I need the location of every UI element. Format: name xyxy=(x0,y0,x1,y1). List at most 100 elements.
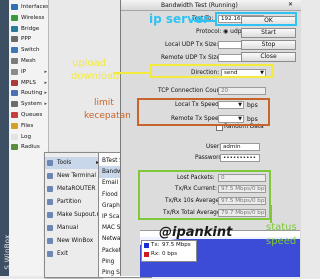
tcp-conn-label: TCP Connection Count: xyxy=(158,88,225,94)
stop-button[interactable]: Stop xyxy=(241,40,296,50)
new-winbox-icon xyxy=(47,238,53,244)
chevron-right-icon: ▸ xyxy=(44,68,47,75)
sidebar-item-interfaces[interactable]: Interfaces xyxy=(9,2,48,12)
window-close-icon[interactable]: ✕ xyxy=(288,1,293,8)
menu-item-label: MetaROUTER xyxy=(57,186,96,192)
sidebar-item-mesh[interactable]: Mesh xyxy=(9,56,48,66)
menu-item-label: Tools xyxy=(57,160,72,166)
tx-legend-swatch xyxy=(144,243,149,248)
kecepatan-annotation: kecepatan xyxy=(84,111,131,121)
ppp-icon xyxy=(11,36,18,43)
chevron-right-icon: ▸ xyxy=(44,90,47,97)
start-button[interactable]: Start xyxy=(241,28,296,38)
menu-item-make-supout-rif[interactable]: Make Supout.rif xyxy=(45,209,103,221)
sidebar-item-switch[interactable]: Switch xyxy=(9,45,48,55)
sidebar-item-ppp[interactable]: PPP xyxy=(9,34,48,44)
winbox-brand-bar: S WinBox xyxy=(0,0,12,276)
sidebar-item-label: Mesh xyxy=(21,58,36,64)
sidebar-item-label: Bridge xyxy=(21,25,40,32)
sidebar-item-label: MPLS xyxy=(21,79,36,86)
tools-icon xyxy=(47,160,53,166)
window-title: Bandwidth Test (Running) xyxy=(161,2,238,9)
sidebar-item-radius[interactable]: Radius xyxy=(9,142,48,152)
menu-item-new-terminal[interactable]: New Terminal xyxy=(45,170,101,182)
menu-item-label: Manual xyxy=(57,225,79,231)
routing-icon xyxy=(11,90,18,97)
interfaces-icon xyxy=(11,4,18,10)
wireless-icon xyxy=(11,14,18,21)
mpls-icon xyxy=(11,79,18,86)
partition-icon xyxy=(47,199,53,205)
files-icon xyxy=(11,122,18,129)
direction-highlight xyxy=(150,64,273,78)
ip-server-highlight xyxy=(215,12,297,26)
sidebar-item-label: Queues xyxy=(21,112,43,118)
sidebar-item-system[interactable]: System ▸ xyxy=(9,99,48,109)
close-button[interactable]: Close xyxy=(241,52,296,62)
menu-item-label: Partition xyxy=(57,199,82,205)
ip-server-annotation: ip server xyxy=(149,12,209,26)
password-input[interactable]: •••••••••• xyxy=(220,154,260,162)
menu-item-partition[interactable]: Partition xyxy=(45,196,101,208)
speed-limit-highlight xyxy=(137,98,270,126)
user-input[interactable]: admin xyxy=(220,143,260,151)
tx-legend-value: 97.5 Mbps xyxy=(162,242,191,248)
sidebar-item-files[interactable]: Files xyxy=(9,121,48,131)
menu-item-new-winbox[interactable]: New WinBox xyxy=(45,235,101,247)
sidebar-item-label: Radius xyxy=(21,144,40,151)
sidebar-item-ip[interactable]: IP ▸ xyxy=(9,67,48,77)
sidebar-item-label: IP xyxy=(21,68,27,75)
submenu-panel: Tools▸ New Terminal MetaROUTER Partition Mak… xyxy=(44,152,103,278)
sidebar-item-label: Files xyxy=(21,122,34,129)
upload-annotation: upload xyxy=(72,58,107,69)
sidebar-item-mpls[interactable]: MPLS ▸ xyxy=(9,78,48,88)
switch-icon xyxy=(11,47,18,54)
remote-udp-label: Remote UDP Tx Size: xyxy=(161,55,222,61)
rx-legend-value: 0 bps xyxy=(162,251,178,257)
ip-icon xyxy=(11,68,18,75)
protocol-udp-label: udp xyxy=(230,28,242,35)
sidebar-item-label: System xyxy=(21,101,42,108)
menu-item-manual[interactable]: Manual xyxy=(45,222,101,234)
sidebar-item-routing[interactable]: Routing ▸ xyxy=(9,88,48,98)
tcp-conn-input[interactable]: 20 xyxy=(218,87,266,95)
protocol-udp-radio[interactable]: ◉ udp xyxy=(223,28,242,35)
sidebar-item-label: Log xyxy=(21,133,31,140)
menu-item-exit[interactable]: Exit xyxy=(45,248,101,260)
sidebar-item-bridge[interactable]: Bridge xyxy=(9,24,48,34)
exit-icon xyxy=(47,251,53,257)
radius-icon xyxy=(11,144,18,151)
sidebar-item-label: Wireless xyxy=(21,14,45,21)
menu-item-metarouter[interactable]: MetaROUTER xyxy=(45,183,101,195)
mesh-icon xyxy=(11,58,18,64)
sidebar-item-label: Routing xyxy=(21,90,43,97)
system-icon xyxy=(11,101,18,108)
local-udp-label: Local UDP Tx Size: xyxy=(165,42,219,48)
status-annotation: status xyxy=(266,222,297,233)
new-terminal-icon xyxy=(47,173,53,179)
sidebar-item-label: PPP xyxy=(21,36,32,43)
bridge-icon xyxy=(11,25,18,32)
limit-annotation: limit xyxy=(94,98,114,108)
sidebar-item-log[interactable]: Log xyxy=(9,132,48,142)
tools-item-label: Email xyxy=(102,180,119,187)
rx-legend-label: Rx: xyxy=(151,251,160,257)
sidebar-item-label: Interfaces xyxy=(21,4,48,10)
chevron-right-icon: ▸ xyxy=(44,79,47,86)
window-titlebar[interactable]: Bandwidth Test (Running) ✕ xyxy=(121,0,301,11)
manual-icon xyxy=(47,225,53,231)
tx-legend-label: Tx: xyxy=(151,242,160,248)
speed-annotation: speed xyxy=(266,236,297,247)
menu-item-label: New WinBox xyxy=(57,238,94,244)
rx-legend-swatch xyxy=(144,252,149,257)
chevron-right-icon: ▸ xyxy=(44,101,47,108)
menu-item-label: Exit xyxy=(57,251,68,257)
menu-item-tools[interactable]: Tools▸ xyxy=(45,157,101,169)
menu-item-label: Make Supout.rif xyxy=(57,212,103,218)
sidebar-item-queues[interactable]: Queues xyxy=(9,110,48,120)
sidebar-item-wireless[interactable]: Wireless xyxy=(9,13,48,23)
menu-item-label: New Terminal xyxy=(57,173,96,179)
status-connector xyxy=(270,205,272,223)
download-annotation: download xyxy=(71,71,120,82)
tools-item-label: Ping xyxy=(102,258,115,265)
